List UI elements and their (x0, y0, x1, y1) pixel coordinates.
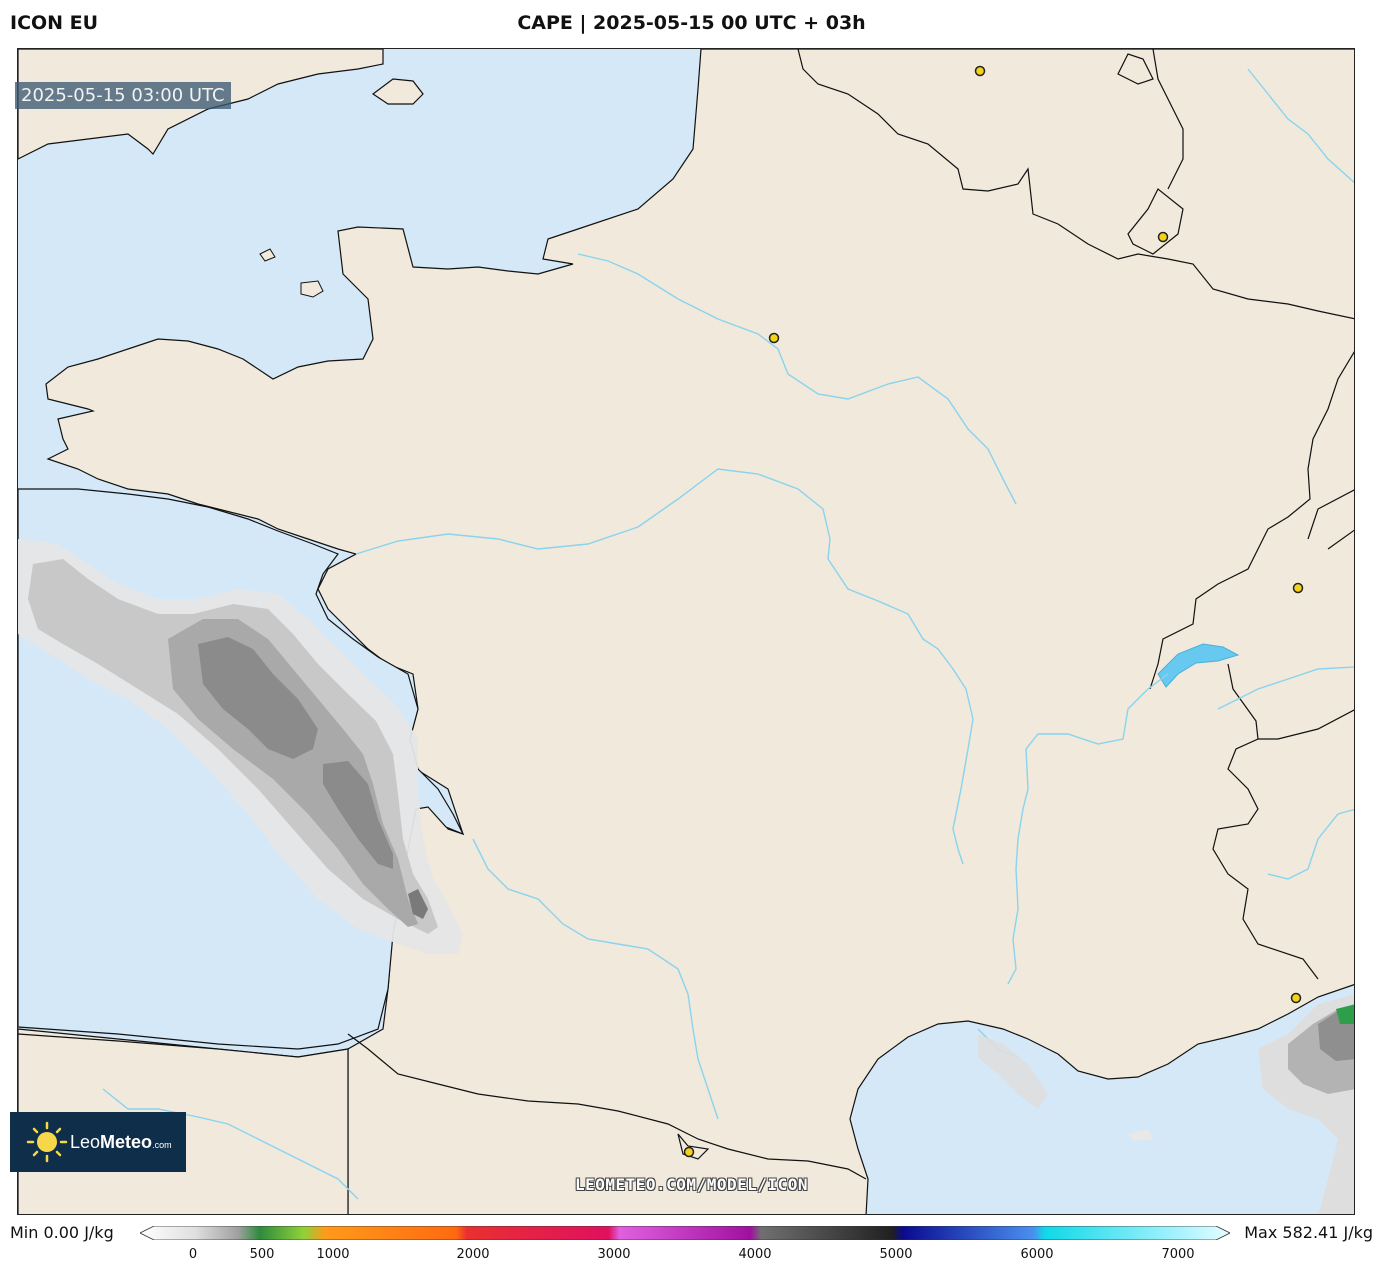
colorbar-tick-label: 7000 (1161, 1247, 1195, 1262)
colorbar-tick-label: 3000 (597, 1247, 631, 1262)
chart-title: CAPE | 2025-05-15 00 UTC + 03h (517, 12, 866, 34)
city-marker (1157, 231, 1169, 243)
colorbar-tick-label: 2000 (456, 1247, 490, 1262)
colorbar-tick-label: 6000 (1020, 1247, 1054, 1262)
leometeo-logo[interactable]: LeoMeteo.com (10, 1112, 186, 1172)
colorbar-tick-label: 1000 (316, 1247, 350, 1262)
colorbar-tick-label: 0 (188, 1247, 198, 1262)
city-marker (1290, 992, 1302, 1004)
city-marker (683, 1146, 695, 1158)
max-value-label: Max 582.41 J/kg (1244, 1223, 1373, 1242)
city-marker (974, 65, 986, 77)
city-marker (768, 332, 780, 344)
min-value-label: Min 0.00 J/kg (10, 1223, 114, 1242)
colorbar-tick-label: 4000 (738, 1247, 772, 1262)
valid-time-label: 2025-05-15 03:00 UTC (15, 82, 231, 109)
logo-text: LeoMeteo.com (70, 1131, 172, 1152)
city-marker (1292, 582, 1304, 594)
colorbar-bar (140, 1226, 1230, 1240)
map-watermark: LEOMETEO.COM/MODEL/ICON (574, 1175, 809, 1194)
colorbar-tick-label: 5000 (879, 1247, 913, 1262)
map-canvas (18, 49, 1354, 1214)
colorbar-tick-label: 500 (249, 1247, 275, 1262)
cape-colorbar (140, 1226, 1230, 1240)
sun-icon (26, 1121, 68, 1163)
map-panel[interactable] (17, 48, 1355, 1215)
